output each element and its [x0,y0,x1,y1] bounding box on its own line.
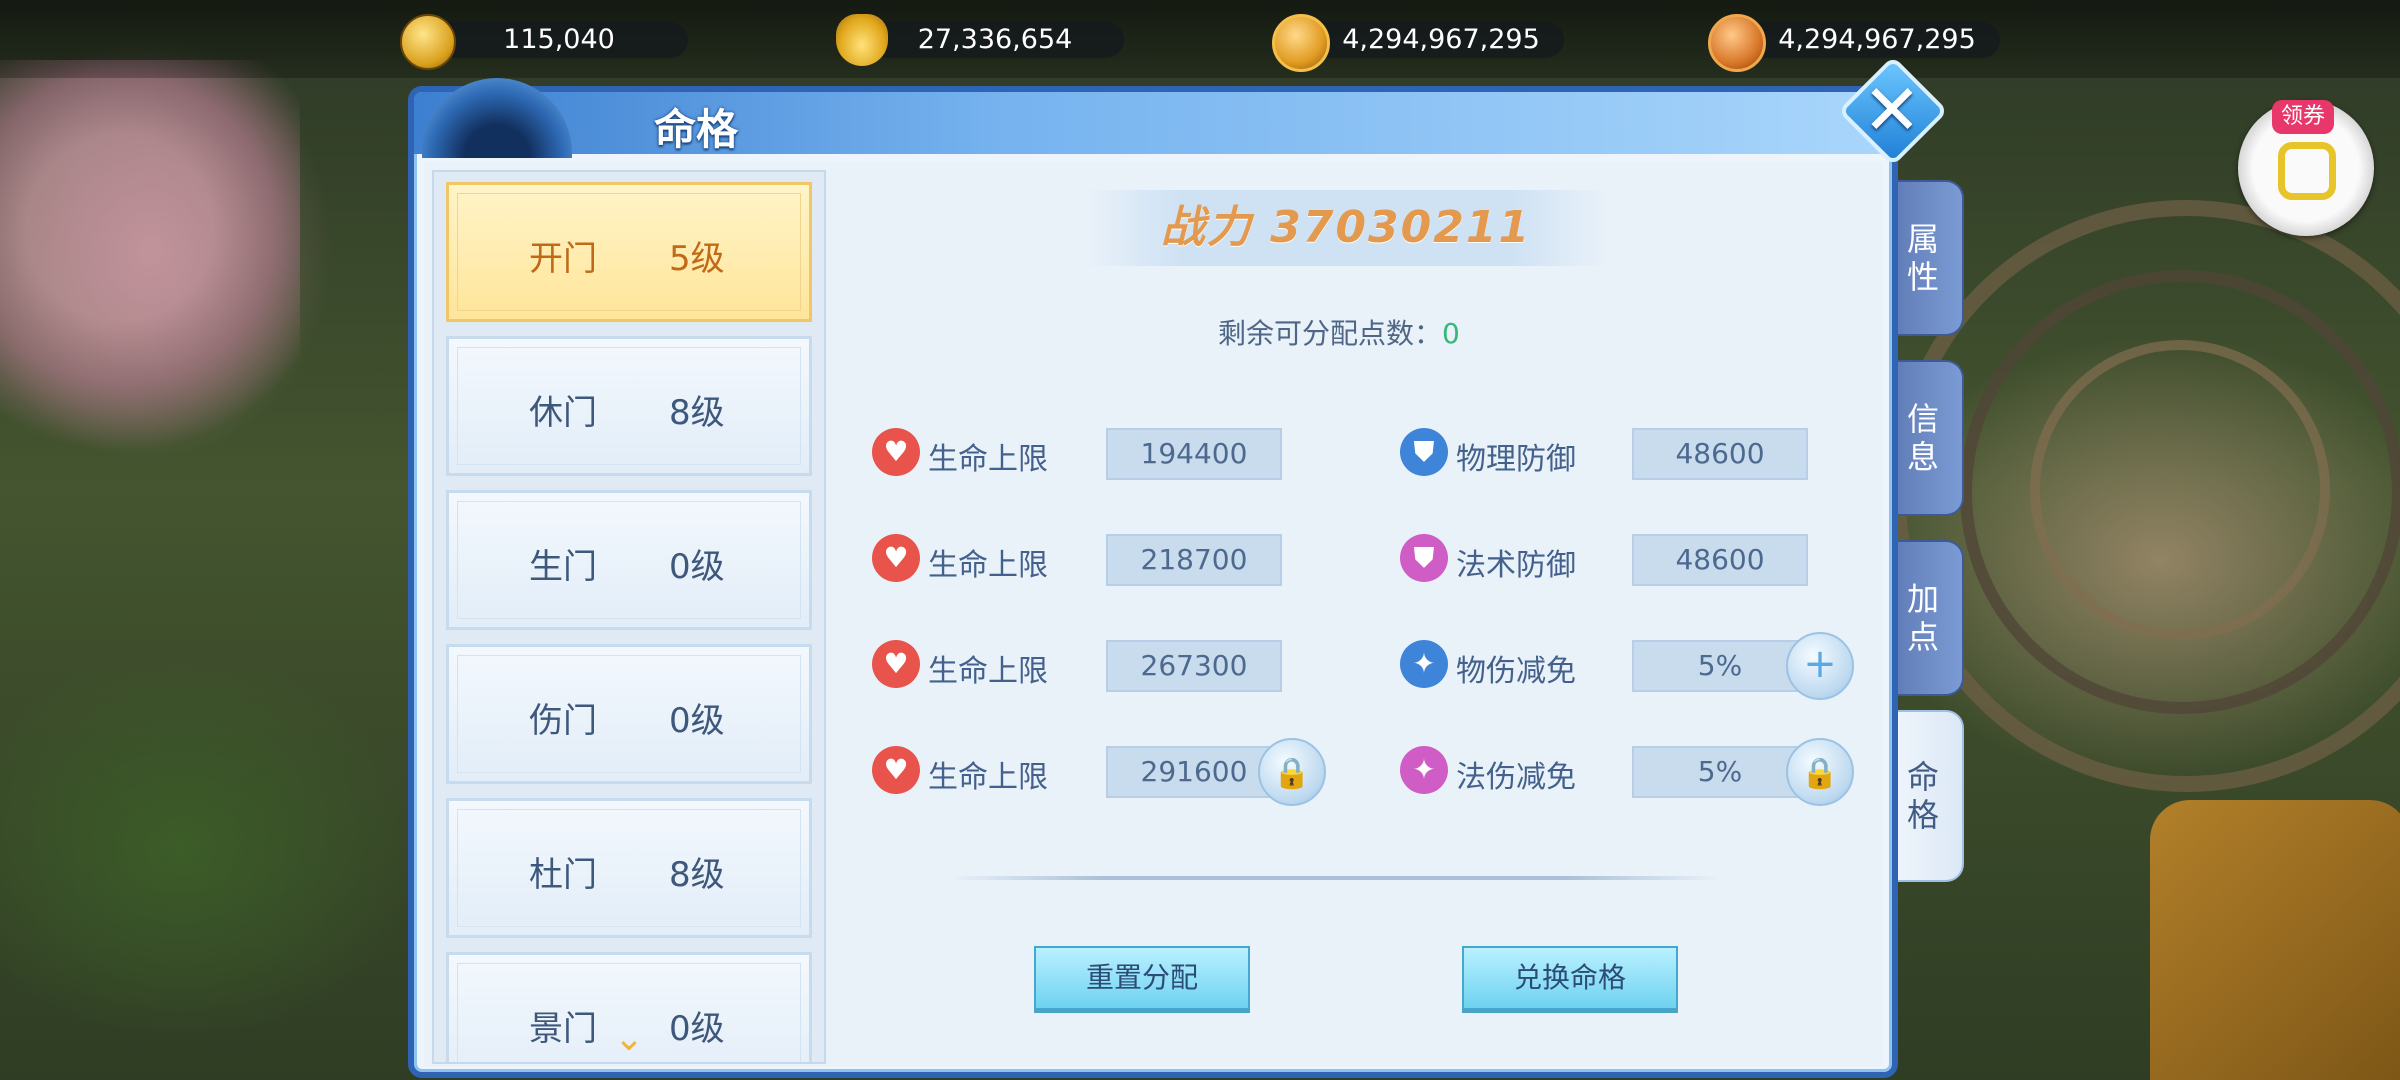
stat-label: 法术防御 [1456,548,1576,583]
stat-value: 5% [1632,746,1808,798]
plus-icon: + [1803,641,1837,687]
magic-defense-icon: ⛊ [1400,534,1448,582]
gate-name: 杜门 [529,855,597,895]
currency-badge: 4,294,967,295 [1708,14,2008,72]
combat-power: 战力 37030211 [1086,190,1606,266]
gate-name: 生门 [529,547,597,587]
coin-icon [400,14,456,70]
stat-value: 218700 [1106,534,1282,586]
remaining-label: 剩余可分配点数： [1218,317,1443,350]
panel-titlebar: 命格 [414,78,1892,158]
honor-badge-icon [1708,14,1766,72]
coupon-label: 领券 [2272,100,2334,134]
gate-name: 景门 [529,1009,597,1049]
close-button[interactable]: ✕ [1837,55,1949,167]
currency-bar: 115,040 27,336,654 4,294,967,295 4,294,9… [0,0,2400,78]
gate-item-xiumen[interactable]: 休门 8级 [446,336,812,476]
remaining-value: 0 [1442,317,1460,350]
stat-label: 生命上限 [928,760,1048,795]
close-icon: ✕ [1862,69,1922,151]
stat-value: 48600 [1632,534,1808,586]
gate-name: 休门 [529,393,597,433]
gate-item-shangmen[interactable]: 伤门 0级 [446,644,812,784]
stat-label: 生命上限 [928,442,1048,477]
exchange-destiny-button[interactable]: 兑换命格 [1462,946,1678,1010]
fan-icon [422,78,572,158]
stat-value: 48600 [1632,428,1808,480]
stat-label: 物理防御 [1456,442,1576,477]
scroll-down-icon[interactable]: ⌄ [606,1021,652,1057]
stat-label: 法伤减免 [1456,760,1576,795]
panel-content: 开门 5级 休门 8级 生门 0级 伤门 0级 杜门 8级 景门 0级 [424,162,1882,1066]
currency-value: 115,040 [503,24,615,55]
stone-ring-inner [2030,340,2330,640]
currency-ingot: 27,336,654 [836,14,1126,66]
remaining-points: 剩余可分配点数：0 [1218,312,1460,352]
stat-value: 194400 [1106,428,1282,480]
gate-level: 0级 [669,701,725,741]
gate-level: 8级 [669,855,725,895]
stat-value: 291600 [1106,746,1282,798]
heart-icon: ♥ [872,746,920,794]
gate-level: 0级 [669,547,725,587]
merit-medal-icon [1272,14,1330,72]
locked-button[interactable]: 🔒 [1786,738,1854,806]
stat-value: 5% [1632,640,1808,692]
currency-value: 4,294,967,295 [1778,24,1976,55]
golden-ornament [2150,800,2400,1080]
gamepad-icon [2278,142,2336,200]
locked-button[interactable]: 🔒 [1258,738,1326,806]
stat-label: 生命上限 [928,548,1048,583]
currency-value: 27,336,654 [917,24,1073,55]
panel-title: 命格 [654,105,739,154]
tab-destiny-label: 命 格 [1906,758,1939,834]
gate-list[interactable]: 开门 5级 休门 8级 生门 0级 伤门 0级 杜门 8级 景门 0级 [432,170,826,1064]
tab-attributes-label: 属 性 [1906,220,1939,296]
combat-power-text: 战力 37030211 [1160,202,1532,253]
coupon-button[interactable]: 领券 [2238,100,2374,236]
lock-icon: 🔒 [1801,756,1839,791]
tab-info-label: 信 息 [1906,400,1939,476]
gate-level: 8级 [669,393,725,433]
heart-icon: ♥ [872,640,920,688]
stat-label: 生命上限 [928,654,1048,689]
blossom-tree [0,60,300,480]
heart-icon: ♥ [872,428,920,476]
currency-medal: 4,294,967,295 [1272,14,1572,72]
gate-item-shengmen[interactable]: 生门 0级 [446,490,812,630]
currency-coin: 115,040 [400,14,690,70]
gate-item-dumen[interactable]: 杜门 8级 [446,798,812,938]
reset-allocation-button[interactable]: 重置分配 [1034,946,1250,1010]
stat-value: 267300 [1106,640,1282,692]
decorative-divider [950,876,1720,880]
add-point-button[interactable]: + [1786,632,1854,700]
heart-icon: ♥ [872,534,920,582]
stat-label: 物伤减免 [1456,654,1576,689]
physical-defense-icon: ⛊ [1400,428,1448,476]
tab-add-points-label: 加 点 [1906,580,1939,656]
lock-icon: 🔒 [1273,756,1311,791]
currency-value: 4,294,967,295 [1342,24,1540,55]
gate-item-kaimen[interactable]: 开门 5级 [446,182,812,322]
gold-ingot-icon [836,14,888,66]
gate-name: 开门 [529,239,597,279]
magic-reduction-icon: ✦ [1400,746,1448,794]
gate-level: 0级 [669,1009,725,1049]
physical-reduction-icon: ✦ [1400,640,1448,688]
gate-name: 伤门 [529,701,597,741]
gate-level: 5级 [669,239,725,279]
